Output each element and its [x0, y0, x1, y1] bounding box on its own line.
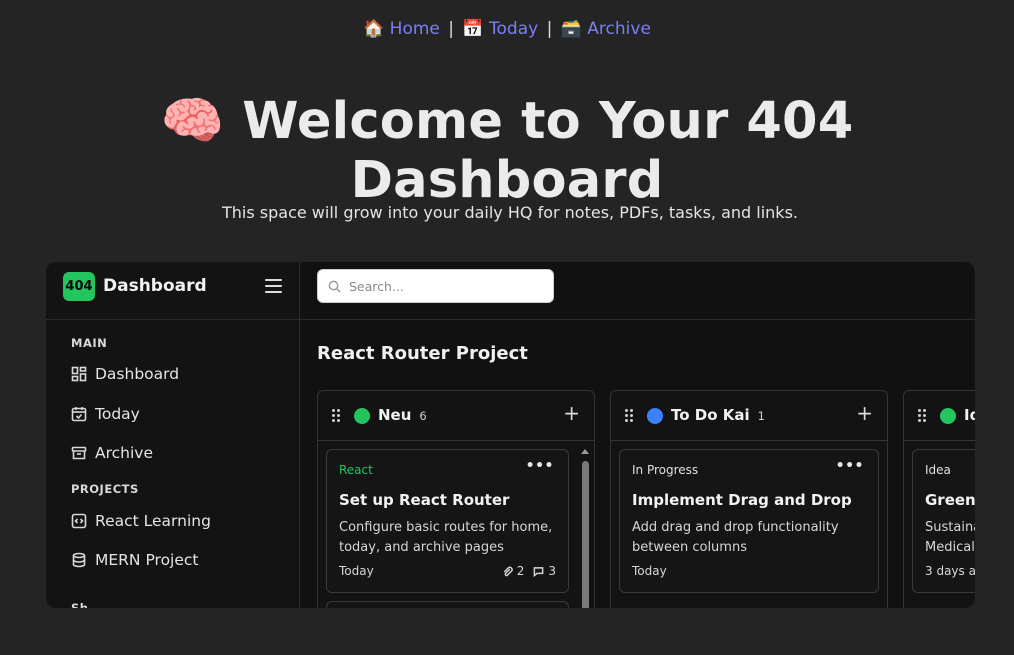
- attachment-count: 2: [516, 564, 525, 578]
- sidebar-item-label: Dashboard: [95, 365, 180, 383]
- scroll-up-arrow-icon[interactable]: [581, 449, 589, 454]
- column-header: Id: [904, 391, 975, 441]
- hamburger-menu-icon[interactable]: [265, 279, 282, 293]
- page-subtitle: This space will grow into your daily HQ …: [222, 203, 798, 222]
- archive-link[interactable]: Archive: [587, 19, 651, 39]
- archive-icon: [71, 446, 87, 460]
- nav-separator: |: [448, 19, 455, 39]
- comment-count: 3: [548, 564, 556, 578]
- add-card-button[interactable]: +: [856, 403, 873, 423]
- today-link[interactable]: Today: [489, 19, 538, 39]
- more-options-icon[interactable]: •••: [836, 458, 864, 474]
- sidebar-item-label: MERN Project: [95, 551, 199, 569]
- card-file-box-emoji-icon: 🗃️: [560, 19, 582, 39]
- task-card[interactable]: In Progress ••• Implement Drag and Drop …: [619, 449, 879, 593]
- column-count: 6: [419, 409, 427, 423]
- paperclip-icon: [503, 566, 513, 576]
- home-emoji-icon: 🏠: [363, 19, 385, 39]
- dashboard-preview: 404 Dashboard MAIN Dashboard Today Archi…: [46, 262, 975, 608]
- section-label-main: MAIN: [71, 336, 108, 350]
- card-tag: In Progress: [632, 463, 699, 477]
- add-card-button[interactable]: +: [563, 403, 580, 423]
- card-title: Green I: [925, 491, 975, 509]
- column-scrollbar[interactable]: [581, 449, 589, 608]
- more-options-icon[interactable]: •••: [526, 458, 554, 474]
- card-date: 3 days ag: [925, 564, 975, 578]
- column-title: To Do Kai 1: [671, 406, 765, 424]
- card-tag: React: [339, 463, 373, 477]
- main-content: React Router Project Neu 6 + React ••• Se…: [300, 262, 975, 608]
- top-nav: 🏠 Home | 📅 Today | 🗃️ Archive: [0, 19, 1014, 39]
- card-date: Today: [339, 564, 374, 578]
- sidebar-item-today[interactable]: Today: [71, 405, 140, 423]
- sidebar-brand: 404 Dashboard: [46, 262, 300, 320]
- status-dot: [647, 408, 663, 424]
- kanban-column-to-do-kai: To Do Kai 1 + In Progress ••• Implement D…: [610, 390, 888, 608]
- card-title: Set up React Router: [339, 491, 510, 509]
- card-description: Add drag and drop functionality between …: [632, 520, 839, 555]
- search-input[interactable]: [349, 270, 549, 302]
- status-dot: [940, 408, 956, 424]
- card-description: Configure basic routes for home, today, …: [339, 520, 553, 555]
- code-square-icon: [71, 513, 87, 529]
- section-label-projects: PROJECTS: [71, 482, 139, 496]
- home-link[interactable]: Home: [390, 19, 440, 39]
- column-title-text: To Do Kai: [671, 406, 750, 424]
- kanban-column-neu: Neu 6 + React ••• Set up React Router Con…: [317, 390, 595, 608]
- search-icon: [328, 280, 341, 293]
- drag-handle-icon[interactable]: [332, 409, 341, 423]
- kanban-column-idea: Id Idea Green I Sustaina Medical 3 days …: [903, 390, 975, 608]
- calendar-emoji-icon: 📅: [462, 19, 484, 39]
- scroll-thumb[interactable]: [582, 461, 589, 608]
- card-tag: Idea: [925, 463, 951, 477]
- task-card[interactable]: React ••• Set up React Router Configure …: [326, 449, 569, 593]
- database-icon: [72, 552, 86, 568]
- search-box[interactable]: [317, 269, 554, 303]
- column-count: 1: [757, 409, 765, 423]
- topbar: [300, 262, 975, 320]
- task-card[interactable]: Idea Green I Sustaina Medical 3 days ag: [912, 449, 975, 593]
- sidebar-item-mern-project[interactable]: MERN Project: [71, 551, 199, 569]
- drag-handle-icon[interactable]: [625, 409, 634, 423]
- card-meta: 2 3: [502, 564, 556, 578]
- card-title: Implement Drag and Drop: [632, 491, 852, 509]
- project-title: React Router Project: [317, 343, 528, 364]
- status-dot: [354, 408, 370, 424]
- task-card[interactable]: [326, 601, 569, 608]
- section-label-partial: Sh: [71, 601, 89, 608]
- column-title-text: Neu: [378, 406, 412, 424]
- column-header: Neu 6 +: [318, 391, 594, 441]
- sidebar-item-archive[interactable]: Archive: [71, 444, 153, 462]
- brand-name: Dashboard: [103, 276, 207, 296]
- brain-emoji-icon: 🧠: [160, 92, 225, 151]
- column-title: Neu 6: [378, 406, 427, 424]
- page-title: 🧠 Welcome to Your 404 Dashboard: [0, 92, 1014, 210]
- sidebar: 404 Dashboard MAIN Dashboard Today Archi…: [46, 262, 300, 608]
- page-title-text: Welcome to Your 404 Dashboard: [242, 92, 854, 210]
- nav-separator: |: [546, 19, 553, 39]
- column-title-text: Id: [964, 406, 975, 424]
- comment-icon: [534, 566, 544, 577]
- calendar-icon: [71, 407, 87, 422]
- column-title: Id: [964, 406, 975, 424]
- sidebar-item-label: React Learning: [95, 512, 211, 530]
- column-header: To Do Kai 1 +: [611, 391, 887, 441]
- card-date: Today: [632, 564, 667, 578]
- sidebar-item-label: Archive: [95, 444, 153, 462]
- sidebar-item-react-learning[interactable]: React Learning: [71, 512, 211, 530]
- card-description: Sustaina Medical: [925, 520, 975, 555]
- dashboard-icon: [71, 366, 87, 382]
- sidebar-item-dashboard[interactable]: Dashboard: [71, 365, 179, 383]
- sidebar-item-label: Today: [95, 405, 140, 423]
- drag-handle-icon[interactable]: [918, 409, 927, 423]
- logo: 404: [63, 272, 95, 301]
